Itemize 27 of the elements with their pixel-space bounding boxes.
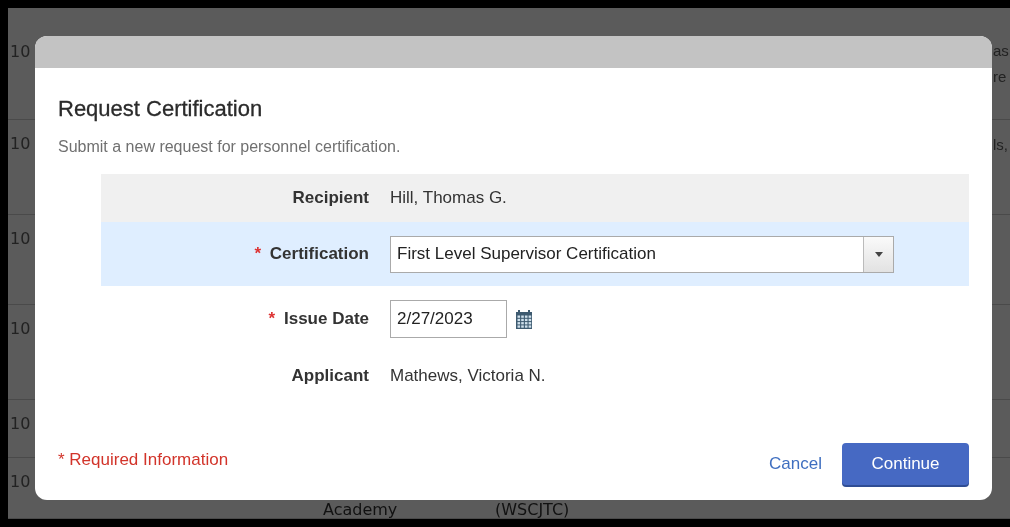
table-cell: 10 xyxy=(10,229,31,248)
table-cell: (WSCJTC) xyxy=(495,501,570,518)
table-cell: 10 xyxy=(10,134,31,153)
table-cell: Academy xyxy=(323,501,398,518)
required-note: * Required Information xyxy=(58,450,229,470)
dialog-title: Request Certification xyxy=(58,96,264,122)
required-mark: * xyxy=(254,244,262,263)
date-field[interactable]: 2/27/2023 xyxy=(390,300,507,338)
table-cell-text: ls, xyxy=(993,135,1009,155)
table-cell: 10 xyxy=(10,414,31,433)
cancel-link[interactable]: Cancel xyxy=(769,454,822,474)
certification-dropdown[interactable]: First Level Supervisor Certification xyxy=(390,235,894,273)
field-label: Applicant xyxy=(291,366,369,385)
table-cell-text: as xyxy=(993,41,1010,61)
required-mark: * xyxy=(268,309,276,328)
field-value: Hill, Thomas G. xyxy=(390,188,507,208)
continue-button[interactable]: Continue xyxy=(842,443,969,485)
calendar-icon[interactable] xyxy=(515,309,533,329)
table-cell: 10 xyxy=(10,42,31,61)
table-cell-text: re xyxy=(993,67,1008,87)
table-cell: 10 xyxy=(10,472,31,491)
field-label: Recipient xyxy=(292,188,369,207)
field-label: Certification xyxy=(269,244,369,263)
table-cell: 10 xyxy=(10,319,31,338)
field-label: Issue Date xyxy=(283,309,369,328)
field-value: Mathews, Victoria N. xyxy=(390,366,546,386)
dialog-subtitle: Submit a new request for personnel certification. xyxy=(58,138,402,156)
